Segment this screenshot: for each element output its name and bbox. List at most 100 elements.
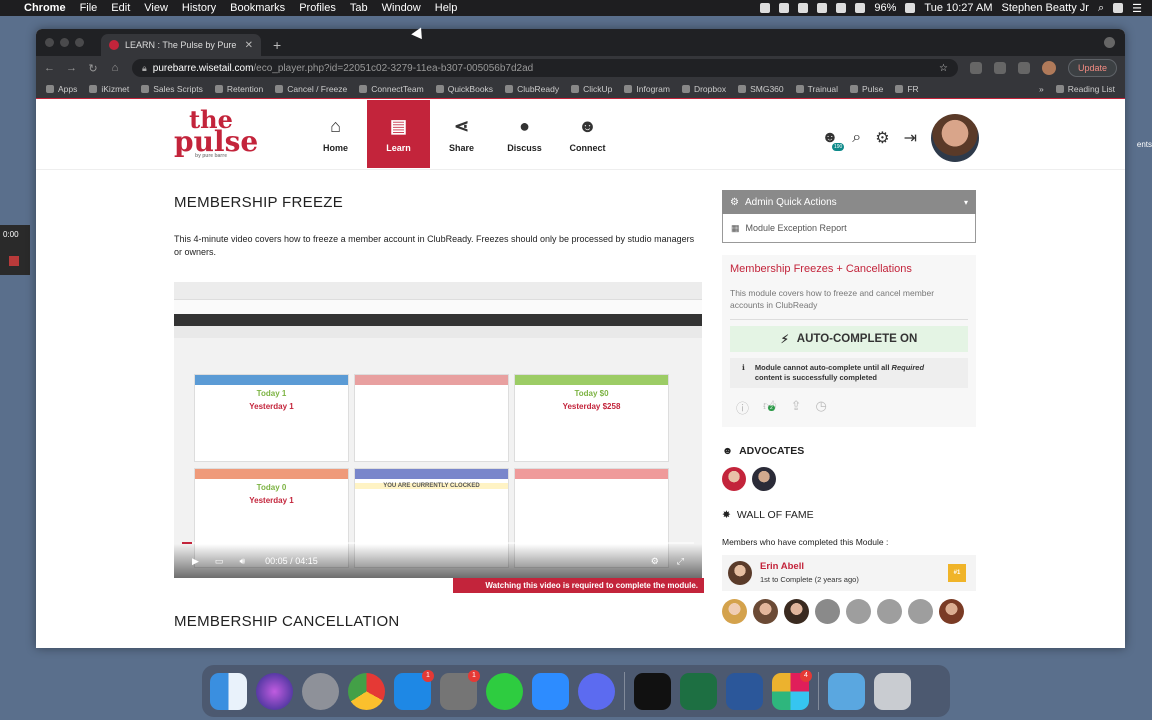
bookmark-sales-scripts[interactable]: Sales Scripts: [141, 84, 203, 94]
bookmark-star-icon[interactable]: ☆: [939, 63, 948, 74]
reload-icon[interactable]: ↻: [88, 62, 98, 75]
menu-bookmarks[interactable]: Bookmarks: [230, 2, 285, 14]
profile-avatar-icon[interactable]: [1041, 61, 1056, 75]
menubar-clock[interactable]: Tue 10:27 AM: [924, 2, 992, 14]
zoom-icon[interactable]: [532, 672, 569, 710]
wifi-icon[interactable]: [855, 3, 866, 13]
bookmark-apps[interactable]: Apps: [46, 84, 77, 94]
nav-learn[interactable]: ▤ Learn: [367, 100, 430, 168]
menu-view[interactable]: View: [144, 2, 168, 14]
bookmark-ikizmet[interactable]: iKizmet: [89, 84, 129, 94]
menu-profiles[interactable]: Profiles: [299, 2, 336, 14]
bookmark-smg360[interactable]: SMG360: [738, 84, 784, 94]
fullscreen-icon[interactable]: ⤢: [677, 556, 684, 567]
update-button[interactable]: Update: [1067, 59, 1117, 77]
top-completer-name[interactable]: Erin Abell: [760, 561, 859, 572]
new-tab-button[interactable]: +: [273, 37, 281, 53]
control-center-icon[interactable]: ☰: [1132, 2, 1142, 15]
search-icon[interactable]: ⌕: [852, 129, 861, 147]
bookmark-cancel-freeze[interactable]: Cancel / Freeze: [275, 84, 347, 94]
menubar-user[interactable]: Stephen Beatty Jr: [1002, 2, 1089, 14]
system-preferences-icon[interactable]: 1: [440, 669, 480, 710]
logout-icon[interactable]: ⇥: [904, 128, 917, 148]
nav-share[interactable]: ⋖ Share: [430, 100, 493, 168]
advocate-avatar[interactable]: [752, 466, 776, 491]
bookmark-quickbooks[interactable]: QuickBooks: [435, 84, 493, 94]
video-settings-icon[interactable]: ⚙: [651, 556, 659, 567]
menu-window[interactable]: Window: [382, 2, 421, 14]
bookmark-clubready[interactable]: ClubReady: [505, 84, 559, 94]
completer-avatar[interactable]: [939, 598, 964, 624]
app-store-icon[interactable]: 1: [394, 669, 434, 710]
bookmark-pulse[interactable]: Pulse: [850, 84, 883, 94]
info-circle-icon[interactable]: ⓘ: [736, 398, 749, 417]
zoom-status-icon[interactable]: [760, 3, 771, 13]
siri-icon[interactable]: [256, 672, 293, 710]
evernote-icon[interactable]: [486, 672, 523, 710]
bookmark-fr[interactable]: FR: [895, 84, 919, 94]
clickup-dock-icon[interactable]: [578, 672, 615, 710]
pulse-logo[interactable]: the pulse by pure barre: [174, 107, 258, 160]
video-player[interactable]: Today 1 Yesterday 1 Today $0 Yesterday $…: [174, 282, 702, 579]
top-completer-avatar[interactable]: [728, 560, 752, 585]
menu-file[interactable]: File: [80, 2, 98, 14]
lock-icon[interactable]: 🔒︎: [142, 63, 147, 74]
finder-icon[interactable]: [210, 672, 247, 710]
maximize-window-button[interactable]: [75, 38, 84, 47]
record-stop-icon[interactable]: [9, 256, 19, 266]
play-icon[interactable]: ▶: [192, 556, 199, 567]
captions-icon[interactable]: ▭: [215, 556, 224, 567]
bookmark-connectteam[interactable]: ConnectTeam: [359, 84, 424, 94]
word-icon[interactable]: [726, 672, 763, 710]
downloads-folder-icon[interactable]: [828, 672, 865, 710]
menu-tab[interactable]: Tab: [350, 2, 368, 14]
default-avatar[interactable]: [877, 598, 902, 624]
gmail-status-icon[interactable]: [798, 3, 809, 13]
menu-help[interactable]: Help: [435, 2, 458, 14]
completer-avatar[interactable]: [753, 598, 778, 624]
apple-tv-icon[interactable]: [634, 672, 671, 710]
url-bar[interactable]: 🔒︎ purebarre.wisetail.com/eco_player.php…: [132, 59, 958, 77]
bookmark-retention[interactable]: Retention: [214, 84, 263, 94]
clock-icon[interactable]: ◷: [816, 398, 827, 417]
bookmark-trainual[interactable]: Trainual: [795, 84, 838, 94]
spotlight-search-icon[interactable]: ⌕: [1098, 2, 1104, 15]
close-window-button[interactable]: [45, 38, 54, 47]
minimize-window-button[interactable]: [60, 38, 69, 47]
battery-percent[interactable]: 96%: [874, 2, 896, 14]
menu-app-name[interactable]: Chrome: [24, 2, 66, 14]
thumbs-up-icon[interactable]: 👍︎2: [763, 398, 777, 417]
nav-connect[interactable]: ☻ Connect: [556, 100, 619, 168]
extension-icon[interactable]: [969, 62, 982, 74]
bookmarks-overflow-button[interactable]: »: [1039, 84, 1044, 94]
default-avatar[interactable]: [908, 598, 933, 624]
reading-list-button[interactable]: Reading List: [1055, 84, 1115, 94]
reading-list-toolbar-icon[interactable]: [1017, 62, 1030, 74]
cloud-status-icon[interactable]: [817, 3, 828, 13]
battery-icon[interactable]: [905, 3, 916, 13]
completer-avatar[interactable]: [722, 598, 747, 624]
default-avatar[interactable]: [846, 598, 871, 624]
menu-history[interactable]: History: [182, 2, 216, 14]
home-button-icon[interactable]: ⌂: [110, 62, 120, 74]
tab-close-icon[interactable]: ✕: [245, 40, 253, 51]
launchpad-icon[interactable]: [302, 672, 339, 710]
excel-icon[interactable]: [680, 672, 717, 710]
bookmark-infogram[interactable]: Infogram: [624, 84, 670, 94]
chrome-icon[interactable]: [348, 672, 385, 710]
gear-status-icon[interactable]: [779, 3, 790, 13]
top-completer-card[interactable]: Erin Abell 1st to Complete (2 years ago)…: [722, 554, 976, 591]
user-avatar[interactable]: [931, 114, 979, 162]
trash-icon[interactable]: [874, 672, 911, 710]
settings-gears-icon[interactable]: ⚙: [875, 128, 889, 148]
admin-quick-actions[interactable]: ⚙ Admin Quick Actions ▾: [722, 190, 976, 214]
extensions-puzzle-icon[interactable]: [993, 62, 1006, 74]
completer-avatar[interactable]: [815, 598, 840, 624]
module-exception-report-link[interactable]: ▦ Module Exception Report: [722, 214, 976, 243]
active-tab[interactable]: LEARN : The Pulse by Pure Barre ✕: [101, 34, 261, 56]
online-users-icon[interactable]: ☻ 190: [821, 129, 845, 151]
forward-icon[interactable]: →: [66, 62, 77, 74]
nav-home[interactable]: ⌂ Home: [304, 100, 367, 168]
siri-icon[interactable]: [1113, 3, 1124, 13]
slack-icon[interactable]: 4: [772, 669, 812, 710]
